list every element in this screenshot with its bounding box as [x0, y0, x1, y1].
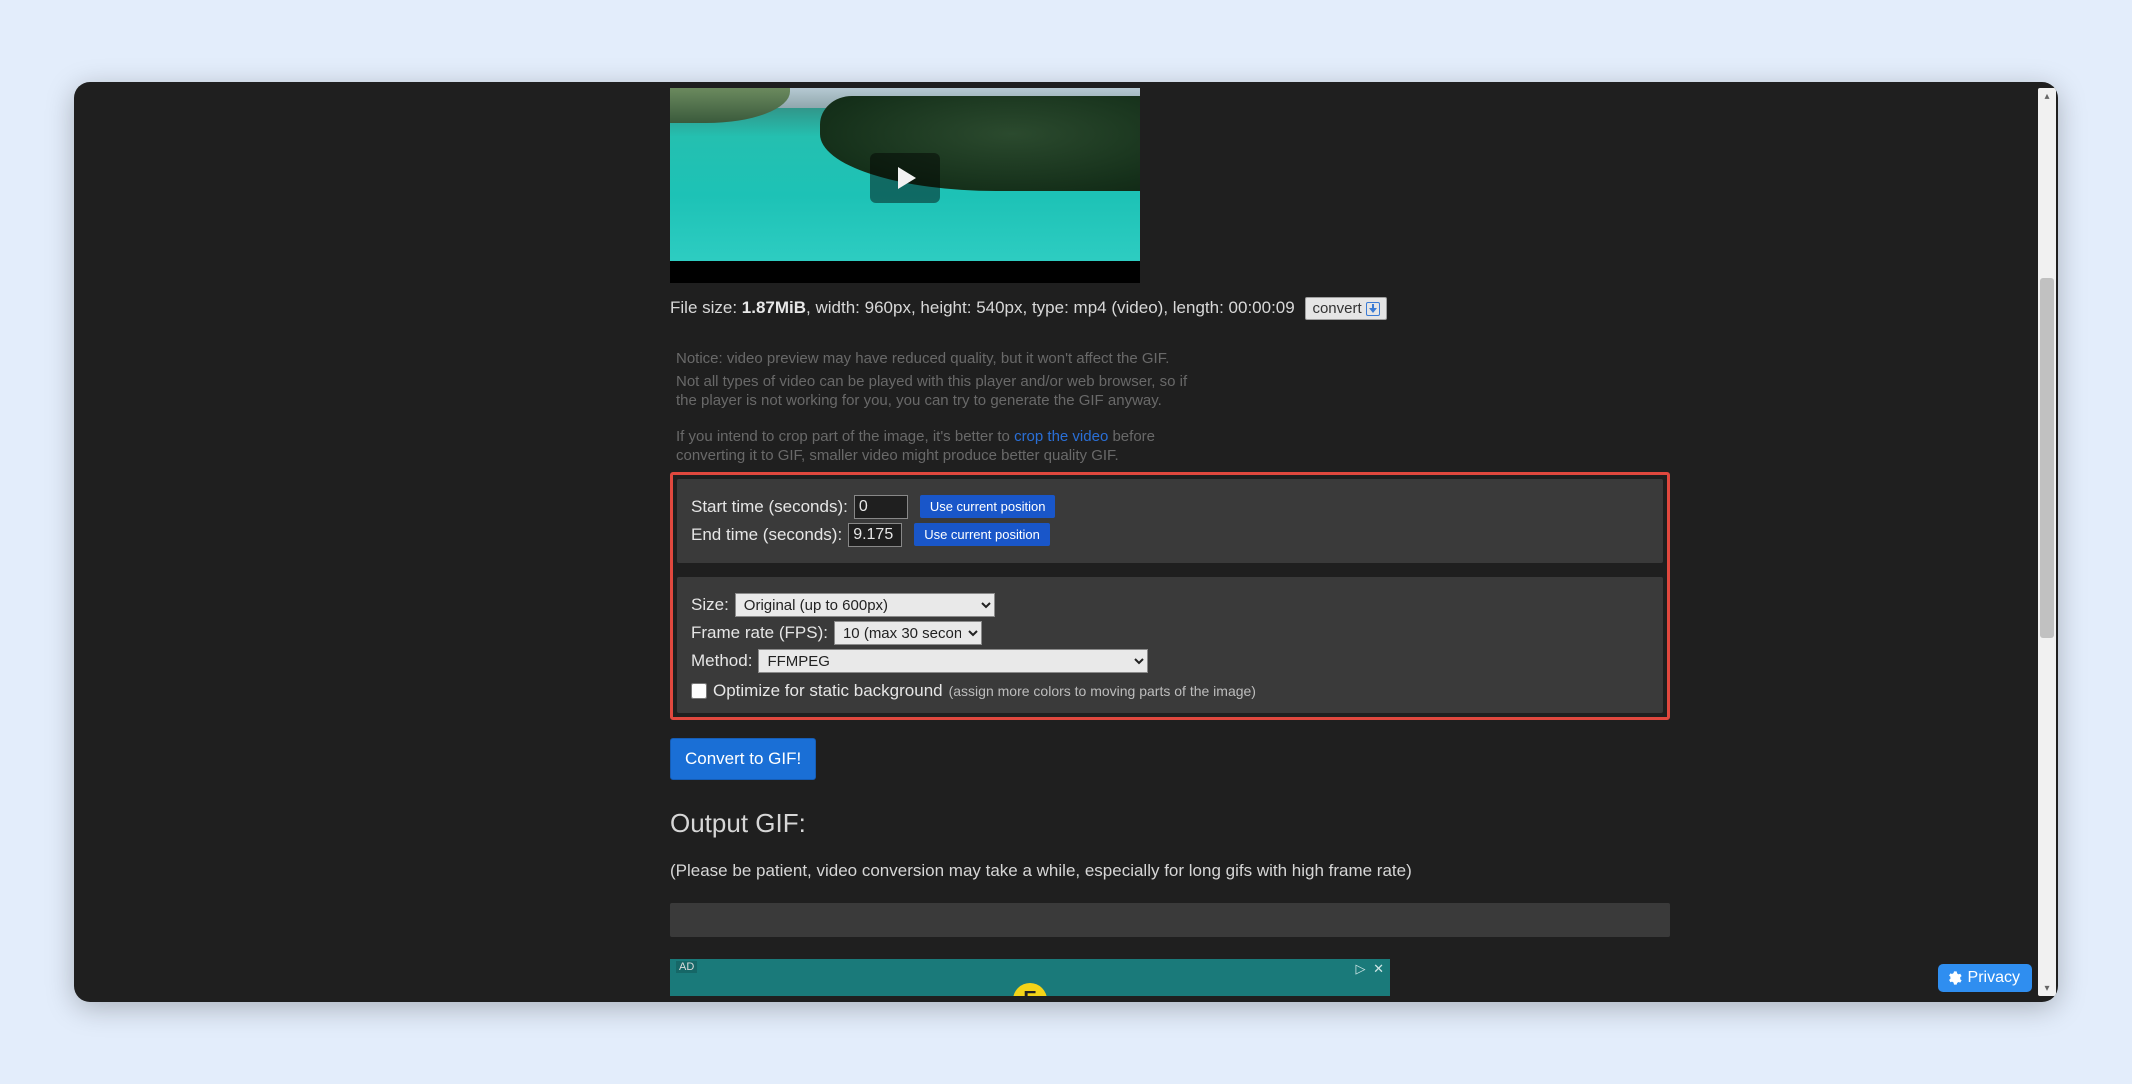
- notice-line-3-pre: If you intend to crop part of the image,…: [676, 428, 1014, 445]
- ad-label: AD: [676, 961, 697, 973]
- scroll-down-icon[interactable]: ▾: [2038, 980, 2056, 996]
- method-row: Method: FFMPEG: [691, 649, 1649, 673]
- method-select[interactable]: FFMPEG: [758, 649, 1148, 673]
- optimize-hint: (assign more colors to moving parts of t…: [949, 683, 1256, 699]
- file-width-label: , width:: [806, 298, 865, 317]
- output-patience-text: (Please be patient, video conversion may…: [670, 861, 1670, 881]
- scrollbar[interactable]: ▴ ▾: [2038, 88, 2056, 996]
- scrollbar-thumb[interactable]: [2040, 278, 2054, 638]
- output-heading: Output GIF:: [670, 808, 1670, 839]
- file-size-label: File size:: [670, 298, 742, 317]
- size-select[interactable]: Original (up to 600px): [735, 593, 995, 617]
- file-height-label: , height:: [911, 298, 976, 317]
- video-letterbox: [670, 261, 1140, 283]
- privacy-label: Privacy: [1968, 969, 2020, 987]
- notice-line-1: Notice: video preview may have reduced q…: [676, 350, 1206, 369]
- fps-row: Frame rate (FPS): 10 (max 30 seconds): [691, 621, 1649, 645]
- file-type-label: , type:: [1023, 298, 1074, 317]
- use-current-end-button[interactable]: Use current position: [914, 523, 1050, 546]
- notice-block: Notice: video preview may have reduced q…: [676, 350, 1206, 466]
- gear-icon: [1946, 970, 1962, 986]
- crop-video-link[interactable]: crop the video: [1014, 428, 1108, 445]
- ad-logo-letter: E: [1023, 988, 1036, 996]
- ad-controls-icon[interactable]: ▷ ✕: [1355, 961, 1386, 977]
- highlighted-settings: Start time (seconds): Use current positi…: [670, 472, 1670, 720]
- start-time-row: Start time (seconds): Use current positi…: [691, 495, 1649, 519]
- time-panel: Start time (seconds): Use current positi…: [677, 479, 1663, 563]
- page-viewport: File size: 1.87MiB, width: 960px, height…: [80, 88, 2036, 996]
- size-label: Size:: [691, 595, 729, 615]
- file-height-value: 540px: [976, 298, 1022, 317]
- file-size-value: 1.87MiB: [742, 298, 806, 317]
- output-placeholder-bar: [670, 903, 1670, 937]
- end-time-row: End time (seconds): Use current position: [691, 523, 1649, 547]
- end-time-label: End time (seconds):: [691, 525, 842, 545]
- play-button[interactable]: [870, 153, 940, 203]
- fps-select[interactable]: 10 (max 30 seconds): [834, 621, 982, 645]
- start-time-input[interactable]: [854, 495, 908, 519]
- optimize-checkbox[interactable]: [691, 683, 707, 699]
- method-label: Method:: [691, 651, 752, 671]
- optimize-label: Optimize for static background: [713, 681, 943, 701]
- file-length-label: , length:: [1163, 298, 1228, 317]
- notice-line-2: Not all types of video can be played wit…: [676, 373, 1206, 411]
- fps-label: Frame rate (FPS):: [691, 623, 828, 643]
- convert-small-button[interactable]: convert: [1305, 297, 1386, 320]
- options-panel: Size: Original (up to 600px) Frame rate …: [677, 577, 1663, 713]
- convert-to-gif-button[interactable]: Convert to GIF!: [670, 738, 816, 780]
- optimize-row: Optimize for static background (assign m…: [691, 681, 1649, 701]
- play-icon: [898, 167, 916, 189]
- file-info-line: File size: 1.87MiB, width: 960px, height…: [670, 297, 1670, 320]
- video-preview[interactable]: [670, 88, 1140, 283]
- ad-banner[interactable]: AD ▷ ✕ E: [670, 959, 1390, 996]
- notice-line-3: If you intend to crop part of the image,…: [676, 428, 1206, 466]
- file-width-value: 960px: [865, 298, 911, 317]
- end-time-input[interactable]: [848, 523, 902, 547]
- size-row: Size: Original (up to 600px): [691, 593, 1649, 617]
- use-current-start-button[interactable]: Use current position: [920, 495, 1056, 518]
- scroll-up-icon[interactable]: ▴: [2038, 88, 2056, 104]
- file-length-value: 00:00:09: [1229, 298, 1295, 317]
- convert-small-label: convert: [1312, 300, 1361, 317]
- ad-logo-circle: E: [1013, 983, 1047, 996]
- content-column: File size: 1.87MiB, width: 960px, height…: [670, 88, 1670, 996]
- file-type-value: mp4 (video): [1074, 298, 1164, 317]
- browser-frame: File size: 1.87MiB, width: 960px, height…: [74, 82, 2058, 1002]
- start-time-label: Start time (seconds):: [691, 497, 848, 517]
- download-icon: [1366, 302, 1380, 316]
- privacy-button[interactable]: Privacy: [1938, 964, 2032, 992]
